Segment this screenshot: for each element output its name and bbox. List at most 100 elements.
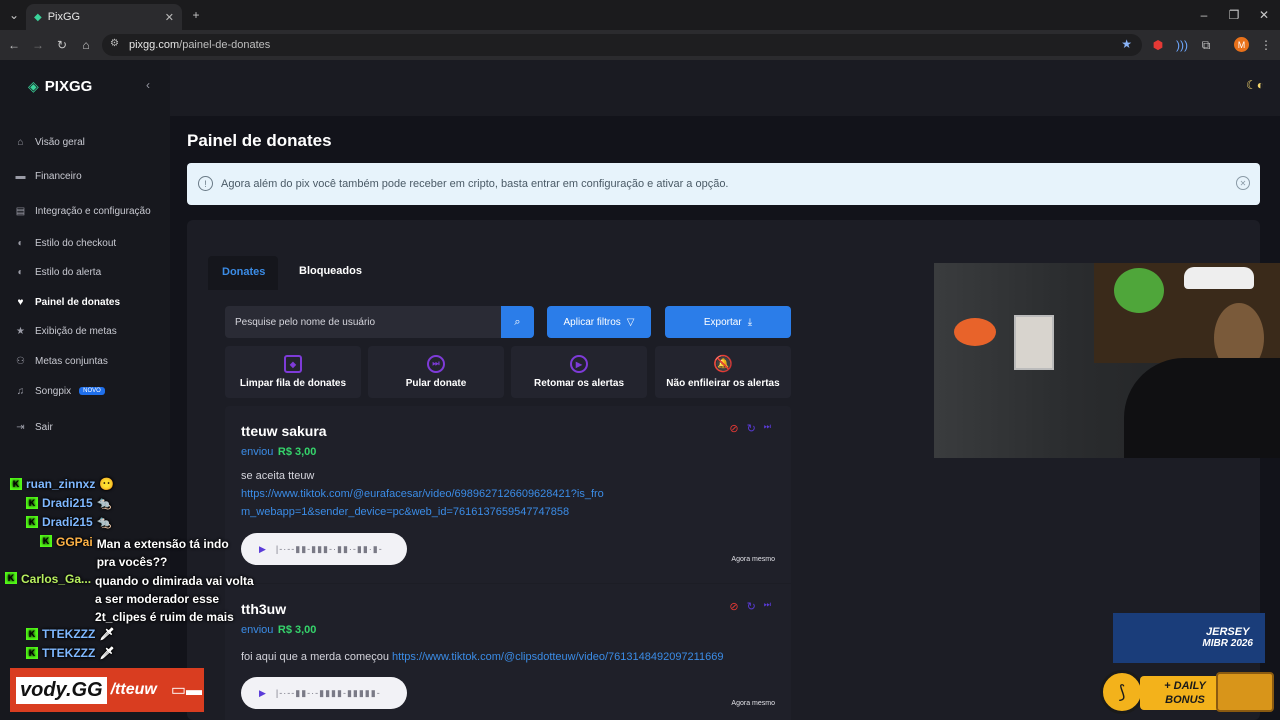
close-tab-icon[interactable]: ✕ <box>165 11 174 24</box>
alert-text: Agora além do pix você também pode receb… <box>221 178 729 190</box>
bell-off-icon: 🔕 <box>713 356 733 373</box>
home-icon[interactable]: ⌂ <box>78 37 94 53</box>
extension-wave-icon[interactable]: ))) <box>1174 37 1190 53</box>
brand-channel: /tteuw <box>110 681 157 698</box>
waveform-icon[interactable]: |-·--▮▮-▮▮▮-·▮▮·-▮▮·▮- <box>276 544 383 555</box>
chat-message: K Dradi215 🐀 <box>26 515 112 529</box>
tab-bloqueados[interactable]: Bloqueados <box>299 265 362 277</box>
chat-emote: 🗡 <box>99 627 115 641</box>
play-icon[interactable]: ▶ <box>259 688 266 699</box>
donate-link[interactable]: https://www.tiktok.com/@eurafacesar/vide… <box>241 485 611 521</box>
sidebar-item-metas-conjuntas[interactable]: ⚇ Metas conjuntas <box>14 351 170 371</box>
chat-user: ruan_zinnxz <box>26 477 96 491</box>
export-button[interactable]: Exportar ⤓ <box>665 306 791 338</box>
close-window-icon[interactable]: ✕ <box>1256 7 1272 23</box>
sidebar-item-songpix[interactable]: ♫ Songpix NOVO <box>14 381 170 401</box>
skip-donate-button[interactable]: ⏭ Pular donate <box>368 346 504 398</box>
block-icon[interactable]: ⊘ <box>729 422 738 435</box>
extension-shield-icon[interactable]: ⬢ <box>1150 37 1166 53</box>
new-tab-icon[interactable]: + <box>188 7 204 23</box>
daily-bonus-promo: ⟆ + DAILY BONUS <box>1100 668 1276 716</box>
chat-message: K TTEKZZZ 🗡 <box>26 646 115 660</box>
model-car <box>1184 267 1254 289</box>
sidebar-item-visao-geral[interactable]: ⌂ Visão geral <box>14 132 170 152</box>
play-button-award <box>1014 315 1054 370</box>
sidebar-item-integracao[interactable]: ▤ Integração e configuração <box>14 201 170 221</box>
jersey-line2: MIBR 2026 <box>1202 638 1253 649</box>
chat-emote: 🐀 <box>96 515 112 529</box>
extensions-puzzle-icon[interactable]: ⧉ <box>1198 37 1214 53</box>
search-button[interactable]: ⌕ <box>501 306 534 338</box>
sidebar-item-estilo-checkout[interactable]: ◐ Estilo do checkout <box>14 233 170 253</box>
sidebar-item-painel-donates[interactable]: ♥ Painel de donates <box>14 292 170 312</box>
reload-icon[interactable]: ↻ <box>54 37 70 53</box>
close-alert-icon[interactable]: ✕ <box>1236 176 1250 190</box>
resume-alerts-button[interactable]: ▶ Retomar os alertas <box>511 346 647 398</box>
palette-icon: ◐ <box>17 237 24 249</box>
new-badge: NOVO <box>79 387 105 395</box>
action-label: Retomar os alertas <box>533 378 625 389</box>
waveform-icon[interactable]: |-·--▮▮-·-▮▮▮▮-▮▮▮▮▮- <box>276 688 381 699</box>
bonus-chest-icon <box>1216 672 1274 712</box>
chat-user: Carlos_Ga... <box>21 572 92 586</box>
skip-icon[interactable]: ⏭ <box>764 422 771 435</box>
replay-icon[interactable]: ↻ <box>747 600 756 613</box>
chat-emote: 🗡 <box>99 646 115 660</box>
apply-filters-button[interactable]: Aplicar filtros ▽ <box>547 306 651 338</box>
tab-list-icon[interactable]: ⌄ <box>6 7 22 23</box>
restore-icon[interactable]: ❐ <box>1226 7 1242 23</box>
forward-icon[interactable]: → <box>30 37 46 53</box>
browser-tabbar: ⌄ ◆ PixGG ✕ + – ❐ ✕ <box>0 0 1280 30</box>
sidebar-item-label: Estilo do checkout <box>35 237 117 249</box>
clear-queue-button[interactable]: ◆ Limpar fila de donates <box>225 346 361 398</box>
replay-icon[interactable]: ↻ <box>747 422 756 435</box>
sidebar-item-sair[interactable]: ⇥ Sair <box>14 417 170 437</box>
donate-message-line: foi aqui que a merda começou https://www… <box>241 648 723 666</box>
play-icon: ▶ <box>570 355 588 373</box>
no-queue-alerts-button[interactable]: 🔕 Não enfileirar os alertas <box>655 346 791 398</box>
browser-tab[interactable]: ◆ PixGG ✕ <box>26 4 182 30</box>
chat-user: Dradi215 <box>42 515 93 529</box>
action-label: Não enfileirar os alertas <box>666 378 780 389</box>
info-alert: ! Agora além do pix você também pode rec… <box>187 163 1260 205</box>
eraser-icon: ◆ <box>284 355 302 373</box>
star-icon: ★ <box>16 325 25 337</box>
url-field[interactable]: ⚙ pixgg.com/painel-de-donates ★ <box>102 34 1142 56</box>
chat-overlay: Kruan_zinnxz 😶 K Dradi215 🐀 K Dradi215 🐀 K GGP… <box>0 458 270 668</box>
sidebar-item-exibicao-metas[interactable]: ★ Exibição de metas <box>14 321 170 341</box>
skip-icon[interactable]: ⏭ <box>764 600 771 613</box>
donate-card: tteuw sakura enviou R$ 3,00 ⊘ ↻ ⏭ se ace… <box>225 406 791 583</box>
site-info-icon[interactable]: ⚙ <box>110 38 119 49</box>
donor-name: tteuw sakura <box>241 423 327 439</box>
minimize-icon[interactable]: – <box>1196 7 1212 23</box>
url-path: /painel-de-donates <box>179 39 271 51</box>
kick-icon: K <box>26 516 38 528</box>
theme-toggle-icon[interactable]: ☾◐ <box>1246 78 1264 92</box>
sidebar-item-estilo-alerta[interactable]: ◐ Estilo do alerta <box>14 262 170 282</box>
brand-emblem-icon: ▭▬ <box>170 682 202 699</box>
pixgg-logo[interactable]: ◈ PIXGG <box>28 78 92 95</box>
audio-player[interactable]: ▶ |-·--▮▮-·-▮▮▮▮-▮▮▮▮▮- <box>241 677 407 709</box>
gaming-chair <box>1124 358 1280 458</box>
chat-emote: 🐀 <box>96 496 112 510</box>
sidebar-item-financeiro[interactable]: ▬ Financeiro <box>14 166 170 186</box>
jersey-line1: JERSEY <box>1206 626 1250 638</box>
tab-donates[interactable]: Donates <box>222 266 265 278</box>
pixgg-logo-icon: ◈ <box>28 78 39 94</box>
logo-text: PIXGG <box>44 78 93 95</box>
sidebar-item-label: Integração e configuração <box>35 205 151 217</box>
donate-link[interactable]: https://www.tiktok.com/@clipsdotteuw/vid… <box>392 651 723 663</box>
browser-menu-icon[interactable]: ⋮ <box>1258 37 1274 53</box>
home-icon: ⌂ <box>17 136 24 148</box>
search-input[interactable]: Pesquise pelo nome de usuário <box>225 306 501 338</box>
block-icon[interactable]: ⊘ <box>729 600 738 613</box>
filter-label: Aplicar filtros <box>563 316 621 328</box>
collapse-sidebar-icon[interactable]: ‹ <box>146 78 150 92</box>
back-icon[interactable]: ← <box>6 37 22 53</box>
page-title: Painel de donates <box>187 131 332 150</box>
brand-logo: vody.GG <box>16 676 107 704</box>
chat-message: K Carlos_Ga... quando o dimirada vai volta… <box>5 572 263 626</box>
profile-avatar[interactable]: M <box>1234 37 1249 52</box>
bookmark-star-icon[interactable]: ★ <box>1121 37 1132 51</box>
wallet-icon: ▬ <box>15 170 26 182</box>
